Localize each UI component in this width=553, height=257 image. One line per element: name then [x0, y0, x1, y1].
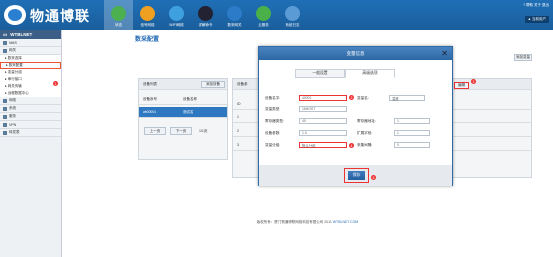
variable-info-dialog: 变量信息 ✕ 一般设置 高级选项 设备名字: 40001 变量类型: 16HOST… [258, 46, 453, 186]
tab-advanced[interactable]: 高级选项 [345, 69, 395, 78]
nav-gateway[interactable]: 数采网关 [220, 0, 249, 30]
logo-icon [4, 5, 26, 25]
square-icon [3, 48, 7, 53]
sidebar-item-collect-config[interactable]: ▸ 数采配置 [0, 62, 61, 69]
marker-4: 4 [349, 143, 354, 148]
page-indicator: 1/1页 [199, 129, 208, 133]
sidebar-item-nms[interactable]: NMS [0, 39, 61, 47]
var-name-field[interactable]: 温度 [389, 95, 425, 101]
var-group-select[interactable]: 默认分组 [299, 142, 347, 148]
field-label: 变量名: [357, 96, 369, 100]
edit-button[interactable]: 编辑 [454, 82, 469, 89]
next-page-button[interactable]: 下一页 [170, 127, 192, 135]
table-header: 设备序号 设备名称 [139, 94, 227, 105]
square-icon [3, 114, 7, 119]
dialog-header: 变量信息 ✕ [259, 47, 452, 60]
square-icon [3, 98, 7, 103]
interval-field[interactable]: 0 [394, 142, 430, 148]
footer-link[interactable]: WTBLNET.COM [333, 220, 358, 224]
sidebar-item-gateway[interactable]: 网关 [0, 47, 61, 55]
field-label: 设备名字: [265, 96, 281, 100]
command-icon [198, 6, 213, 21]
add-variable-button[interactable]: 添加变量 [514, 54, 532, 61]
add-device-button[interactable]: 添加设备 [201, 81, 225, 88]
wifi-icon [169, 6, 184, 21]
square-icon [3, 40, 7, 45]
sidebar-item-system[interactable]: 系统 [0, 105, 61, 113]
register-type-select[interactable]: 40 [299, 118, 347, 124]
nav-command[interactable]: 详解命令 [191, 0, 220, 30]
ext-field[interactable]: 1 [394, 130, 430, 136]
save-button[interactable]: 保存 [348, 171, 365, 180]
square-icon [3, 106, 7, 111]
sidebar-item-collect-select[interactable]: ▸ 数采选择 [0, 55, 61, 62]
field-label: 变量分组: [265, 143, 281, 147]
register-addr-field[interactable]: 1 [394, 118, 430, 124]
sidebar-item-network[interactable]: 网络 [0, 97, 61, 105]
square-icon [3, 122, 7, 127]
square-icon [3, 130, 7, 135]
nav-wifi[interactable]: WIFI网络 [162, 0, 191, 30]
dialog-tabs: 一般设置 高级选项 [295, 69, 395, 78]
sidebar-item-serial[interactable]: ▸ 串行接口 [0, 76, 61, 83]
nav-status[interactable]: 状态 [104, 0, 133, 30]
sidebar: ▭ WTBLNET NMS 网关 ▸ 数采选择 ▸ 数采配置 ▸ 变量分组 ▸ 串… [0, 30, 62, 257]
help-links[interactable]: ? 帮助 关于 退出 [523, 3, 549, 8]
marker-3: 3 [349, 95, 354, 100]
top-bar: 物通博联 状态 信号网络 WIFI网络 详解命令 数采网关 云服务 系统日志 ?… [0, 0, 553, 30]
device-name-field[interactable]: 40001 [299, 95, 347, 101]
field-label: 寄存器类型: [265, 119, 284, 123]
prev-page-button[interactable]: 上一页 [144, 127, 166, 135]
nav-log[interactable]: 系统日志 [278, 0, 307, 30]
var-type-select[interactable]: 16HOST [299, 106, 347, 112]
field-label: 设备参数: [265, 131, 281, 135]
field-label: 变量类型: [265, 107, 281, 111]
page-title: 数采配置 [135, 37, 160, 43]
user-button[interactable]: ▲ 当前用户 [524, 16, 549, 23]
sidebar-item-var-group[interactable]: ▸ 变量分组 [0, 69, 61, 76]
sidebar-item-service[interactable]: 服务 [0, 113, 61, 121]
home-icon [111, 6, 126, 21]
marker-2: 2 [471, 79, 476, 84]
sidebar-item-forward[interactable]: 转发表 [0, 129, 61, 137]
nav-signal[interactable]: 信号网络 [133, 0, 162, 30]
monitor-icon: ▭ [3, 31, 8, 37]
device-list-panel: 设备列表 添加设备 设备序号 设备名称 wt00001 测试名 上一页 下一页 1/… [138, 78, 228, 160]
footer: 版权所有：厦门物通博联网络科技有限公司 2011 WTBLNET.COM [256, 220, 359, 224]
log-icon [285, 6, 300, 21]
sidebar-item-transfer[interactable]: ▸ 网关传输 [0, 83, 61, 90]
main-nav: 状态 信号网络 WIFI网络 详解命令 数采网关 云服务 系统日志 [104, 0, 307, 30]
sidebar-item-remote[interactable]: ▸ 远程数据中心 [0, 90, 61, 97]
sidebar-header: ▭ WTBLNET [0, 30, 61, 39]
sidebar-item-vpn[interactable]: VPN [0, 121, 61, 129]
signal-icon [140, 6, 155, 21]
marker-5: 5 [371, 175, 376, 180]
tab-general[interactable]: 一般设置 [295, 69, 345, 78]
gateway-icon [227, 6, 242, 21]
field-label: 采集间隔: [357, 143, 373, 147]
field-label: 扩展字段: [357, 131, 373, 135]
nav-cloud[interactable]: 云服务 [249, 0, 278, 30]
table-row[interactable]: wt00001 测试名 [139, 107, 227, 118]
field-label: 寄存器地址: [357, 119, 376, 123]
cloud-icon [256, 6, 271, 21]
device-param-field[interactable]: 1.0 [299, 130, 347, 136]
close-icon[interactable]: ✕ [441, 49, 448, 58]
brand-title: 物通博联 [30, 8, 90, 24]
top-links: ? 帮助 关于 退出 ▲ 当前用户 [523, 3, 549, 23]
marker-1: 1 [53, 81, 58, 86]
